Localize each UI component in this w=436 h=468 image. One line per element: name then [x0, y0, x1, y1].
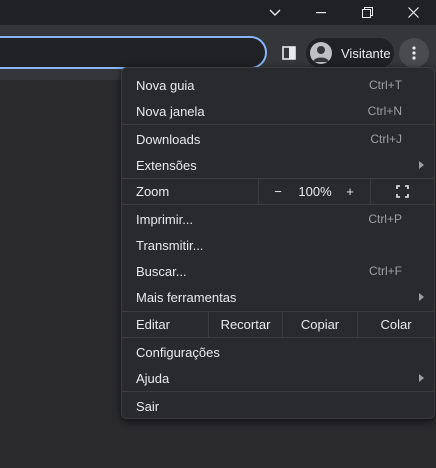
- tab-search-button[interactable]: [252, 0, 298, 25]
- shortcut-label: Ctrl+P: [368, 212, 402, 226]
- menu-item-exit[interactable]: Sair: [122, 393, 434, 419]
- title-bar: [0, 0, 436, 25]
- cut-button[interactable]: Recortar: [209, 312, 282, 337]
- menu-separator: [122, 124, 434, 125]
- restore-icon: [361, 7, 373, 18]
- menu-item-more-tools[interactable]: Mais ferramentas: [122, 284, 434, 310]
- zoom-level: 100%: [298, 184, 332, 199]
- menu-item-new-window[interactable]: Nova janela Ctrl+N: [122, 98, 434, 124]
- menu-item-new-tab[interactable]: Nova guia Ctrl+T: [122, 72, 434, 98]
- menu-item-label: Mais ferramentas: [136, 289, 237, 305]
- shortcut-label: Ctrl+T: [369, 78, 402, 92]
- browser-menu-button[interactable]: [399, 38, 429, 68]
- shortcut-label: Ctrl+J: [370, 132, 402, 146]
- menu-item-extensions[interactable]: Extensões: [122, 152, 434, 178]
- menu-item-label: Sair: [136, 398, 160, 414]
- profile-button[interactable]: Visitante: [306, 38, 394, 68]
- menu-item-label: Extensões: [136, 157, 197, 173]
- side-panel-button[interactable]: [275, 39, 303, 67]
- menu-item-settings[interactable]: Configurações: [122, 339, 434, 365]
- menu-separator: [122, 391, 434, 392]
- menu-item-label: Downloads: [136, 131, 201, 147]
- menu-item-label: Transmitir...: [136, 237, 204, 253]
- shortcut-label: Ctrl+F: [369, 264, 402, 278]
- menu-item-label: Imprimir...: [136, 211, 194, 227]
- menu-separator: [258, 179, 259, 204]
- edit-row: Editar Recortar Copiar Colar: [122, 312, 434, 337]
- menu-item-label: Nova janela: [136, 103, 205, 119]
- zoom-row: Zoom − 100% +: [122, 179, 434, 204]
- menu-item-label: Buscar...: [136, 263, 187, 279]
- side-panel-icon: [282, 46, 296, 60]
- shortcut-label: Ctrl+N: [367, 104, 402, 118]
- paste-button[interactable]: Colar: [358, 312, 434, 337]
- submenu-arrow-icon: [419, 161, 424, 169]
- menu-item-label: Nova guia: [136, 77, 195, 93]
- submenu-arrow-icon: [419, 293, 424, 301]
- menu-item-downloads[interactable]: Downloads Ctrl+J: [122, 126, 434, 152]
- browser-menu: Nova guia Ctrl+T Nova janela Ctrl+N Down…: [121, 67, 435, 419]
- menu-item-label: Configurações: [136, 344, 220, 360]
- zoom-out-button[interactable]: −: [262, 179, 294, 204]
- address-bar[interactable]: [0, 36, 267, 69]
- chevron-down-icon: [269, 9, 281, 16]
- menu-separator: [122, 204, 434, 205]
- minimize-icon: [316, 11, 326, 13]
- fullscreen-icon: [396, 185, 409, 198]
- menu-item-help[interactable]: Ajuda: [122, 365, 434, 391]
- close-icon: [407, 7, 419, 18]
- menu-item-label: Ajuda: [136, 370, 170, 386]
- restore-button[interactable]: [344, 0, 390, 25]
- avatar-icon: [310, 42, 332, 64]
- copy-button[interactable]: Copiar: [283, 312, 357, 337]
- zoom-label: Zoom: [136, 184, 170, 199]
- zoom-in-button[interactable]: +: [336, 179, 364, 204]
- submenu-arrow-icon: [419, 374, 424, 382]
- minimize-button[interactable]: [298, 0, 344, 25]
- fullscreen-button[interactable]: [371, 179, 434, 204]
- edit-label: Editar: [136, 317, 170, 332]
- profile-name: Visitante: [341, 45, 391, 61]
- close-window-button[interactable]: [390, 0, 436, 25]
- menu-item-print[interactable]: Imprimir... Ctrl+P: [122, 206, 434, 232]
- kebab-menu-icon: [412, 46, 416, 60]
- menu-separator: [122, 337, 434, 338]
- menu-item-find[interactable]: Buscar... Ctrl+F: [122, 258, 434, 284]
- menu-item-cast[interactable]: Transmitir...: [122, 232, 434, 258]
